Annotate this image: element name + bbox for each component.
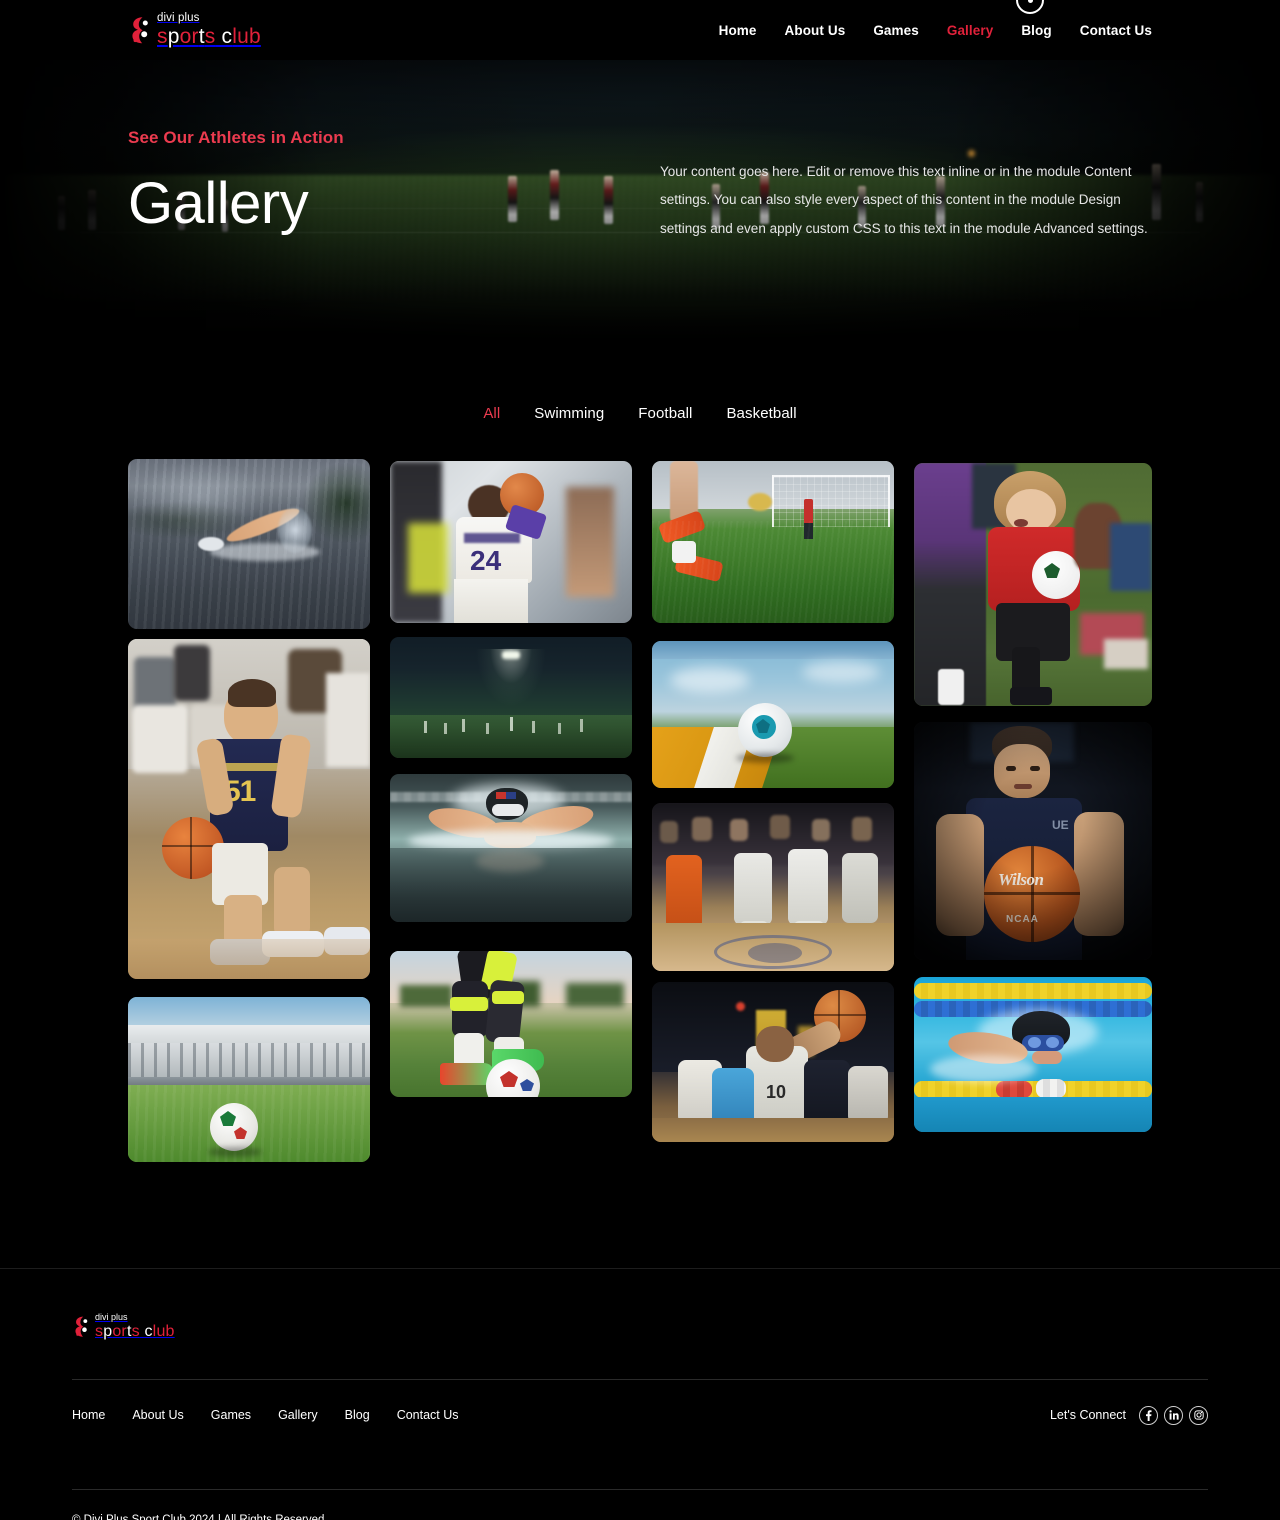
gallery-image-football-boots-ball-grass[interactable] (390, 951, 632, 1097)
gallery-section: All Swimming Football Basketball 24 51 1… (0, 345, 1280, 1163)
gallery-image-player-holding-wilson-ball[interactable]: Wilson NCAA UE (914, 722, 1152, 960)
sports-club-logo-icon-footer (72, 1315, 89, 1338)
gallery-grid: 24 51 10 (128, 451, 1152, 1163)
gallery-image-football-on-pitch-line[interactable] (652, 641, 894, 788)
page-title: Gallery (128, 171, 309, 236)
gallery-image-empty-stadium-football[interactable] (128, 997, 370, 1162)
instagram-icon[interactable] (1189, 1405, 1208, 1425)
sports-club-logo-icon (128, 15, 150, 45)
gallery-image-football-shot-on-goal[interactable] (652, 461, 894, 623)
site-footer: divi plus sports club Home About Us Game… (0, 1268, 1280, 1520)
filter-football[interactable]: Football (638, 405, 692, 422)
nav-item-home[interactable]: Home (719, 23, 757, 38)
site-header: divi plus sports club Home About Us Game… (0, 0, 1280, 60)
nav-item-gallery[interactable]: Gallery (947, 23, 993, 38)
gallery-image-young-footballer-red-shirt[interactable] (914, 463, 1152, 706)
footer-logo-wordmark: sports club (95, 1322, 175, 1340)
gallery-image-butterfly-swimmer-pool[interactable] (390, 774, 632, 922)
hero-paragraph: Your content goes here. Edit or remove t… (660, 164, 1148, 236)
footer-nav-item-home[interactable]: Home (72, 1408, 105, 1422)
gallery-image-open-water-swimmer[interactable] (128, 459, 370, 629)
nav-item-about-us[interactable]: About Us (785, 23, 846, 38)
logo-tagline: divi plus (157, 11, 200, 24)
copyright-text: © Divi Plus Sport Club 2024 | All Rights… (72, 1513, 328, 1520)
header-logo[interactable]: divi plus sports club (128, 11, 261, 49)
gallery-filter-bar: All Swimming Football Basketball (0, 345, 1280, 422)
footer-nav-item-blog[interactable]: Blog (345, 1408, 370, 1422)
hero-text-column: See Our Athletes in Action Gallery (128, 128, 608, 235)
gallery-image-stadium-floodlight-night[interactable] (390, 637, 632, 758)
footer-logo[interactable]: divi plus sports club (64, 1313, 1216, 1340)
nav-item-contact-us[interactable]: Contact Us (1080, 23, 1152, 38)
gallery-image-basketball-dribble-court[interactable]: 51 (128, 639, 370, 979)
primary-navigation: Home About Us Games Gallery Blog Contact… (719, 23, 1152, 38)
gallery-image-basketball-game-arena[interactable] (652, 803, 894, 971)
footer-nav-item-games[interactable]: Games (211, 1408, 251, 1422)
hero-description-column: Your content goes here. Edit or remove t… (660, 128, 1152, 243)
filter-all[interactable]: All (483, 405, 500, 422)
logo-wordmark: sports club (157, 25, 261, 49)
gallery-image-basketball-player-24[interactable]: 24 (390, 461, 632, 623)
facebook-icon[interactable] (1139, 1405, 1158, 1425)
filter-basketball[interactable]: Basketball (726, 405, 796, 422)
footer-connect: Let's Connect (1049, 1405, 1208, 1425)
footer-navigation: Home About Us Games Gallery Blog Contact… (72, 1408, 459, 1422)
footer-logo-tagline: divi plus (95, 1312, 128, 1322)
footer-nav-item-about-us[interactable]: About Us (132, 1408, 183, 1422)
hero-eyebrow: See Our Athletes in Action (128, 128, 344, 147)
gallery-image-basketball-layup-night-game[interactable]: 10 (652, 982, 894, 1142)
connect-label: Let's Connect (1049, 1408, 1126, 1422)
filter-swimming[interactable]: Swimming (534, 405, 604, 422)
footer-nav-item-contact-us[interactable]: Contact Us (397, 1408, 459, 1422)
nav-item-games[interactable]: Games (873, 23, 919, 38)
nav-item-blog[interactable]: Blog (1021, 23, 1051, 38)
page-root: See Our Athletes in Action Gallery Your … (0, 0, 1280, 1520)
linkedin-icon[interactable] (1164, 1405, 1183, 1425)
social-links (1139, 1405, 1208, 1425)
footer-nav-item-gallery[interactable]: Gallery (278, 1408, 318, 1422)
gallery-image-pool-swimmer-lane-ropes[interactable] (914, 977, 1152, 1132)
